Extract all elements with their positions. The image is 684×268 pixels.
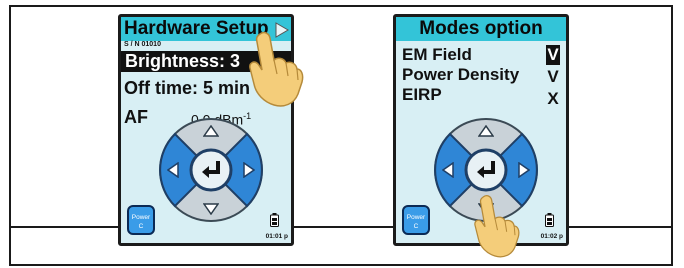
menu-item-af[interactable]: AF [124,107,148,128]
enter-button[interactable] [471,155,501,185]
mode-state-em-field[interactable]: V [546,45,560,65]
clock-time: 01:01 p [265,233,288,240]
battery-icon [270,213,279,227]
mode-label-power-density[interactable]: Power Density [402,65,519,85]
mode-state-eirp[interactable]: X [546,89,560,109]
power-button[interactable]: Power C [127,205,155,235]
up-arrow-button[interactable] [203,125,219,137]
down-arrow-button[interactable] [203,203,219,215]
pointing-hand-icon [249,31,304,107]
mode-label-eirp[interactable]: EIRP [402,85,442,105]
up-arrow-button[interactable] [478,125,494,137]
clock-time: 01:02 p [540,233,563,240]
enter-button[interactable] [196,155,226,185]
power-button[interactable]: Power C [402,205,430,235]
navigation-dpad [158,117,264,223]
enter-icon [477,161,495,178]
screen-title: Modes option [419,18,543,39]
right-arrow-button[interactable] [243,162,255,178]
left-arrow-button[interactable] [442,162,454,178]
battery-icon [545,213,554,227]
menu-item-off-time[interactable]: Off time: 5 min [124,78,250,99]
enter-icon [202,161,220,178]
left-arrow-button[interactable] [167,162,179,178]
mode-label-em-field[interactable]: EM Field [402,45,472,65]
caption-divider [9,226,673,228]
serial-number: S / N 01010 [124,41,161,48]
mode-state-power-density[interactable]: V [546,67,560,87]
pointing-hand-icon [474,195,520,258]
right-arrow-button[interactable] [518,162,530,178]
screen-title-bar: Modes option [396,17,566,41]
